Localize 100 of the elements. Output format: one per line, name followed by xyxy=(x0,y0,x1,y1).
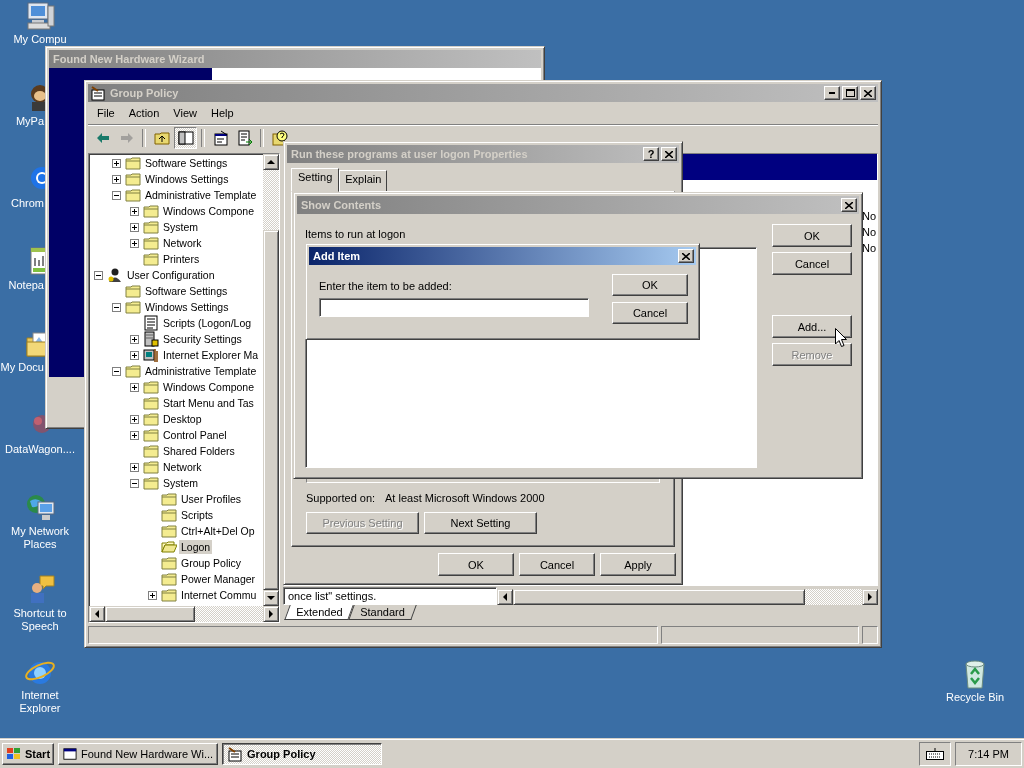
close-button[interactable] xyxy=(860,86,876,100)
tree-item[interactable]: Network xyxy=(161,460,204,474)
scroll-up-button[interactable] xyxy=(263,154,279,170)
start-button[interactable]: Start xyxy=(2,742,55,765)
close-button[interactable] xyxy=(841,198,857,212)
scrollbar-thumb[interactable] xyxy=(105,606,195,622)
tree-item[interactable]: Network xyxy=(161,236,204,250)
collapse-icon[interactable] xyxy=(111,302,121,312)
expand-icon[interactable] xyxy=(129,334,139,344)
tree-item[interactable]: Logon xyxy=(179,540,213,554)
expand-icon[interactable] xyxy=(129,430,139,440)
desktop-icon-label[interactable]: Shortcut to Speech xyxy=(2,607,78,633)
expand-icon[interactable] xyxy=(147,590,157,600)
tree-item[interactable]: Start Menu and Tas xyxy=(161,396,256,410)
scroll-left-button[interactable] xyxy=(89,606,105,622)
collapse-icon[interactable] xyxy=(93,270,103,280)
close-button[interactable] xyxy=(678,249,694,263)
keyboard-icon[interactable] xyxy=(926,747,945,760)
dialog-button[interactable]: OK xyxy=(612,274,688,296)
scroll-down-button[interactable] xyxy=(263,590,279,606)
list-label: Items to run at logon xyxy=(305,228,407,242)
desktop-icon-label[interactable]: My Docu xyxy=(0,361,44,374)
expand-icon[interactable] xyxy=(129,414,139,424)
tab[interactable]: Setting xyxy=(291,168,340,192)
next-setting-button[interactable]: Next Setting xyxy=(424,512,537,534)
menu-item[interactable]: File xyxy=(90,105,122,121)
dialog-button[interactable]: Apply xyxy=(600,553,676,576)
desktop-icon-label[interactable]: Chrom xyxy=(0,197,44,210)
dialog-button[interactable]: OK xyxy=(438,553,514,576)
dialog-button[interactable]: OK xyxy=(772,224,852,247)
tree-item[interactable]: Group Policy xyxy=(179,556,244,570)
tree-item[interactable]: Desktop xyxy=(161,412,204,426)
close-button[interactable] xyxy=(661,147,677,161)
tree-item[interactable]: Administrative Template xyxy=(143,188,259,202)
tree-item[interactable]: Windows Compone xyxy=(161,204,257,218)
tree-item[interactable]: Scripts (Logon/Log xyxy=(161,316,254,330)
scrollbar-thumb[interactable] xyxy=(263,230,279,590)
tree-item[interactable]: Control Panel xyxy=(161,428,229,442)
tree-item[interactable]: Shared Folders xyxy=(161,444,237,458)
expand-icon[interactable] xyxy=(111,158,121,168)
desktop-icon-label[interactable]: Internet Explorer xyxy=(2,689,78,715)
expand-icon[interactable] xyxy=(129,462,139,472)
desktop-icon-label[interactable]: My Network Places xyxy=(2,525,78,551)
right-arrow-icon xyxy=(867,592,873,601)
scroll-right-button[interactable] xyxy=(263,606,279,622)
tree-item[interactable]: Software Settings xyxy=(143,284,230,298)
tree-item[interactable]: Internet Explorer Ma xyxy=(161,348,261,362)
tree-item[interactable]: Internet Commu xyxy=(179,588,259,602)
tree-item[interactable]: Software Settings xyxy=(143,156,230,170)
collapse-icon[interactable] xyxy=(129,478,139,488)
desktop-icon-label[interactable]: DataWagon.... xyxy=(2,443,78,456)
computer-icon[interactable] xyxy=(24,0,56,32)
desktop-icon-label[interactable]: Notepa xyxy=(0,279,44,292)
taskbar-button[interactable]: Found New Hardware Wi... xyxy=(58,742,219,765)
tree-item[interactable]: Scripts xyxy=(179,508,216,522)
expand-icon[interactable] xyxy=(111,174,121,184)
tree-item[interactable]: Administrative Template xyxy=(143,364,259,378)
maximize-button[interactable] xyxy=(842,86,858,100)
vertical-scrollbar[interactable] xyxy=(263,154,279,606)
menu-item[interactable]: Help xyxy=(203,105,241,121)
taskbar-button[interactable]: Group Policy xyxy=(222,742,383,765)
expand-icon[interactable] xyxy=(129,206,139,216)
horizontal-scrollbar[interactable] xyxy=(89,606,279,622)
tree-item[interactable]: System xyxy=(161,476,200,490)
tree-item[interactable]: Windows Settings xyxy=(143,300,231,314)
tree-item[interactable]: System xyxy=(161,220,200,234)
collapse-icon[interactable] xyxy=(111,366,121,376)
tree-item[interactable]: User Configuration xyxy=(125,268,217,282)
dialog-button[interactable]: Cancel xyxy=(612,302,688,324)
desktop-icon-label[interactable]: My Compu xyxy=(2,33,78,46)
collapse-icon[interactable] xyxy=(111,190,121,200)
tree-item[interactable]: Windows Settings xyxy=(143,172,231,186)
tree-item[interactable]: Ctrl+Alt+Del Op xyxy=(179,524,257,538)
tab[interactable]: Explain xyxy=(339,170,388,192)
tree-item[interactable]: User Profiles xyxy=(179,492,244,506)
scroll-left-button[interactable] xyxy=(497,588,513,605)
tree-item[interactable]: Windows Compone xyxy=(161,380,257,394)
help-button[interactable]: ? xyxy=(643,147,659,161)
scrollbar-thumb[interactable] xyxy=(513,588,805,605)
tree-item[interactable]: Power Manager xyxy=(179,572,258,586)
desktop-icon-label[interactable]: MyPa xyxy=(0,115,44,128)
tree-item[interactable]: Security Settings xyxy=(161,332,244,346)
expand-icon[interactable] xyxy=(129,350,139,360)
expand-icon[interactable] xyxy=(129,238,139,248)
desktop-icon-label[interactable]: Recycle Bin xyxy=(937,691,1013,704)
tree-item[interactable]: Printers xyxy=(161,252,202,266)
scroll-right-button[interactable] xyxy=(862,588,878,605)
dialog-button[interactable]: Add... xyxy=(772,315,852,338)
dialog-button[interactable]: Cancel xyxy=(519,553,595,576)
expand-icon[interactable] xyxy=(129,382,139,392)
view-tab[interactable]: Standard xyxy=(348,605,417,620)
input-field[interactable] xyxy=(319,298,589,317)
left-arrow-icon xyxy=(502,592,508,601)
minimize-button[interactable] xyxy=(824,86,840,100)
menu-item[interactable]: Action xyxy=(121,105,167,121)
tree-button[interactable] xyxy=(174,127,197,149)
dialog-button[interactable]: Cancel xyxy=(772,252,852,275)
view-tab[interactable]: Extended xyxy=(284,605,355,620)
expand-icon[interactable] xyxy=(129,222,139,232)
menu-item[interactable]: View xyxy=(166,105,204,121)
